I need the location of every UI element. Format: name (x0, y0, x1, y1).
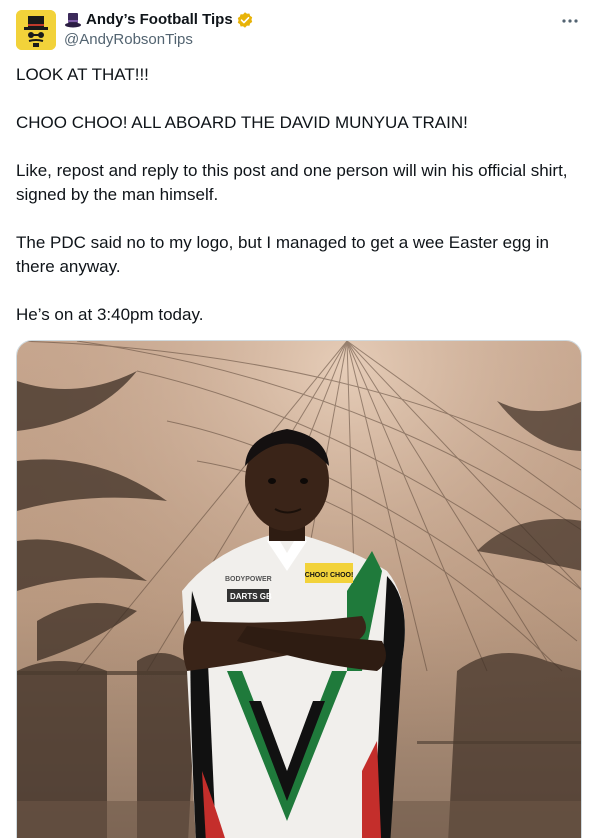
tweet-paragraph: The PDC said no to my logo, but I manage… (16, 233, 549, 276)
tweet-text: LOOK AT THAT!!! CHOO CHOO! ALL ABOARD TH… (16, 63, 576, 327)
tweet-paragraph: Like, repost and reply to this post and … (16, 161, 568, 204)
tweet: Andy’s Football Tips @AndyRobsonTips LOO… (0, 0, 595, 838)
author-display-name[interactable]: Andy’s Football Tips (86, 10, 233, 30)
verified-badge-icon[interactable] (236, 11, 254, 29)
top-hat-mascot-icon (16, 10, 56, 50)
shirt-badge-text: CHOO! CHOO! (305, 572, 354, 579)
author-handle[interactable]: @AndyRobsonTips (64, 30, 544, 50)
tweet-paragraph: LOOK AT THAT!!! (16, 65, 149, 84)
tweet-header: Andy’s Football Tips @AndyRobsonTips (64, 10, 544, 50)
author-avatar[interactable] (16, 10, 56, 50)
top-hat-icon (64, 11, 82, 29)
shirt-sponsor-2: DARTS GB (230, 592, 272, 601)
more-options-icon[interactable] (559, 10, 581, 32)
shirt-sponsor-1: BODYPOWER (225, 576, 272, 583)
author-name-row: Andy’s Football Tips (64, 10, 544, 30)
player-photo: CHOO! CHOO! BODYPOWER DARTS GB (17, 341, 581, 838)
tweet-paragraph: CHOO CHOO! ALL ABOARD THE DAVID MUNYUA T… (16, 113, 468, 132)
tweet-media-photo[interactable]: CHOO! CHOO! BODYPOWER DARTS GB (16, 340, 582, 838)
tweet-paragraph: He’s on at 3:40pm today. (16, 305, 204, 324)
